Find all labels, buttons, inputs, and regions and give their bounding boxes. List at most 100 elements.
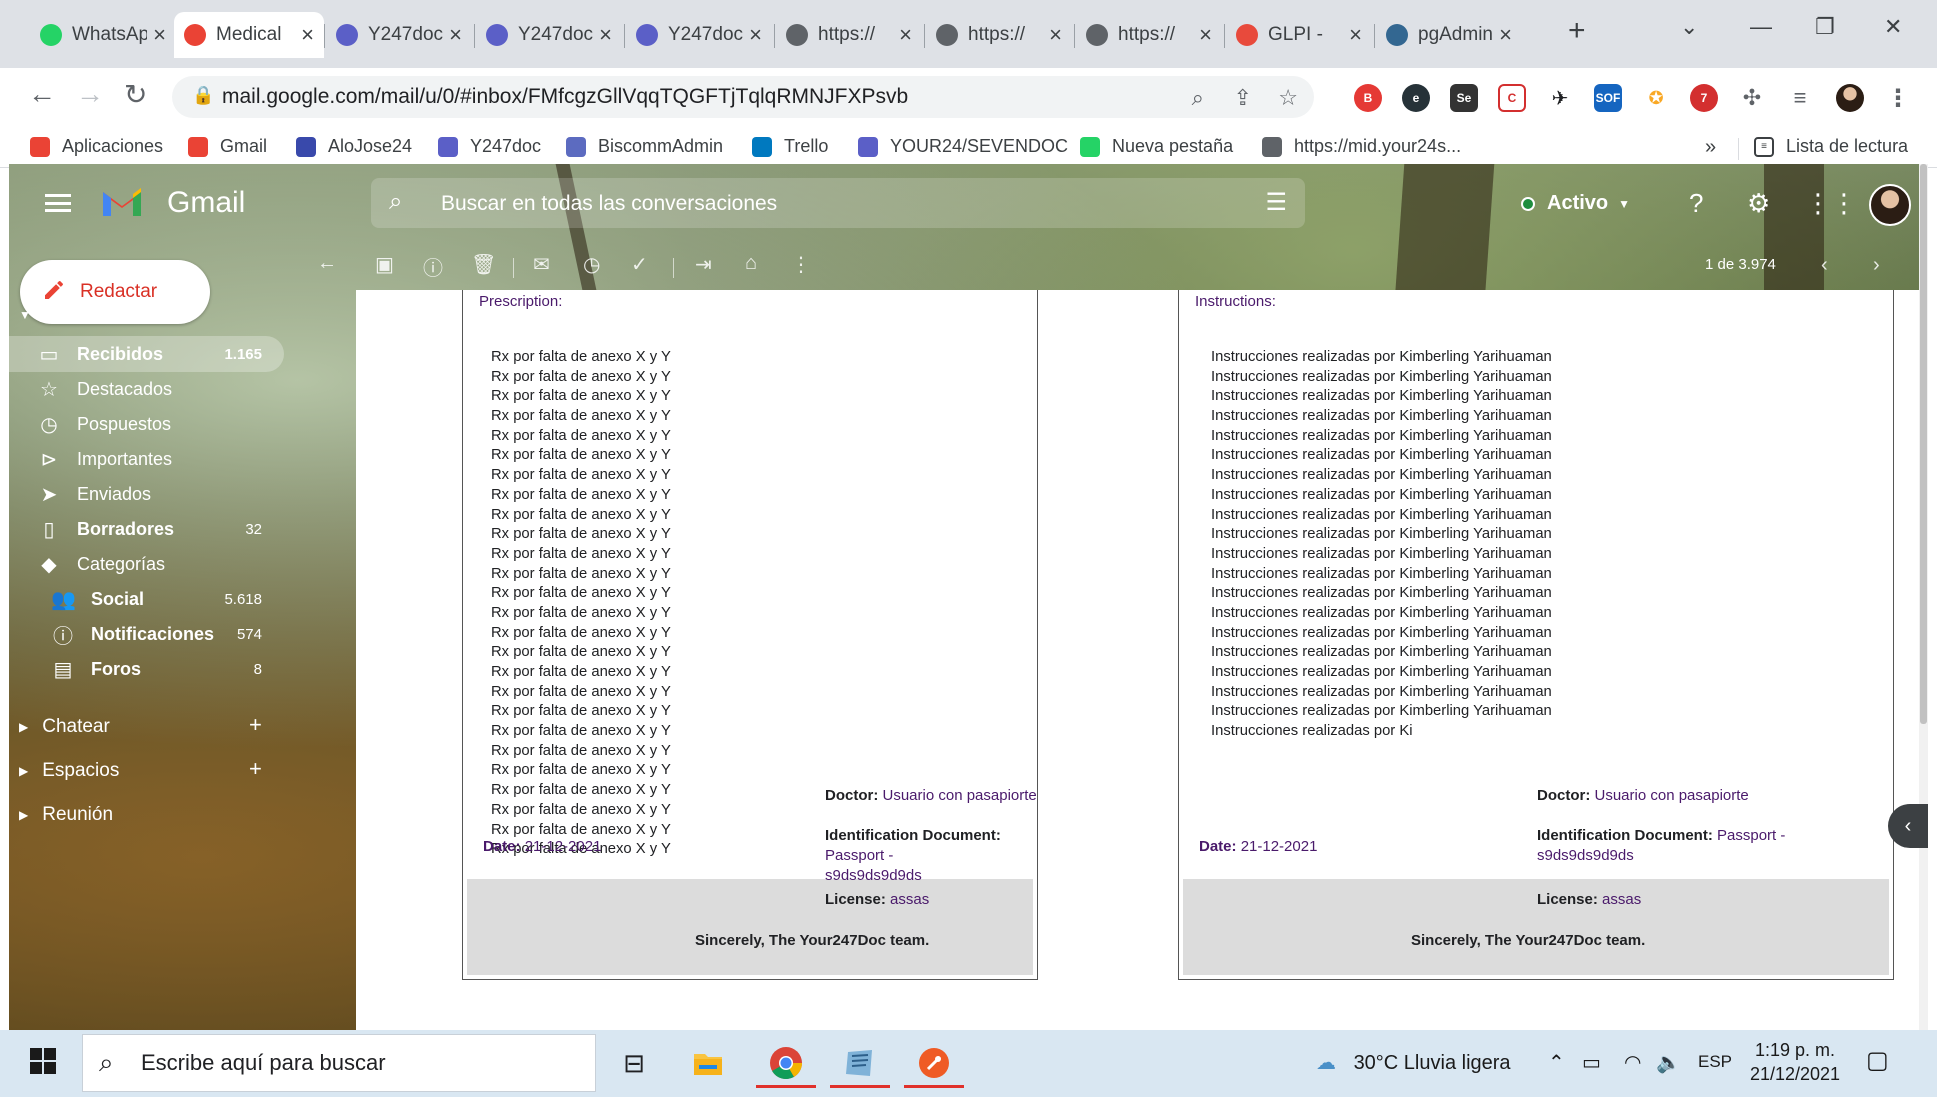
close-tab-icon[interactable]: ×	[749, 22, 762, 48]
reload-button[interactable]: ↻	[124, 78, 147, 111]
extension-c-icon[interactable]: C	[1498, 84, 1526, 112]
nav-item[interactable]: ➤ Enviados	[9, 476, 284, 512]
nav-item[interactable]: ▭ Recibidos 1.165	[9, 336, 284, 372]
close-tab-icon[interactable]: ×	[153, 22, 166, 48]
tab-4[interactable]: Y247doc ×	[626, 12, 772, 58]
back-to-inbox-icon[interactable]: ←	[317, 252, 337, 275]
new-tab-button[interactable]: +	[1568, 14, 1586, 48]
media-control-icon[interactable]: ≡	[1786, 84, 1814, 112]
mail-search-bar[interactable]: ⌕ Buscar en todas las conversaciones ☰	[371, 178, 1305, 228]
account-avatar[interactable]	[1869, 184, 1911, 226]
close-tab-icon[interactable]: ×	[1199, 22, 1212, 48]
nav-item[interactable]: ☆ Destacados	[9, 371, 284, 407]
profile-avatar[interactable]	[1836, 84, 1864, 112]
chrome-taskbar-icon[interactable]	[756, 1038, 816, 1088]
snooze-icon[interactable]: ◷	[583, 252, 600, 277]
tab-1[interactable]: Medical ×	[174, 12, 324, 58]
extension-pointer-icon[interactable]: ✈	[1546, 84, 1574, 112]
tab-5[interactable]: https:// ×	[776, 12, 922, 58]
spaces-section-header[interactable]: ▶ Espacios	[19, 760, 119, 782]
extension-e-icon[interactable]: e	[1402, 84, 1430, 112]
mark-unread-icon[interactable]: ✉	[533, 252, 550, 277]
nav-item[interactable]: ◆ Categorías	[9, 546, 284, 582]
close-tab-icon[interactable]: ×	[449, 22, 462, 48]
main-menu-icon[interactable]	[45, 194, 71, 212]
nav-item[interactable]: ▤ Foros 8	[9, 651, 284, 687]
bookmark-star-icon[interactable]: ☆	[1278, 85, 1298, 111]
volume-icon[interactable]: 🔈	[1656, 1050, 1681, 1075]
postman-taskbar-icon[interactable]	[904, 1038, 964, 1088]
file-explorer-icon[interactable]	[678, 1038, 738, 1088]
bookmark-item[interactable]: Y247doc	[438, 136, 541, 157]
reading-list-button[interactable]: ≡ Lista de lectura	[1754, 136, 1908, 157]
share-icon[interactable]: ⇪	[1234, 85, 1252, 111]
more-options-icon[interactable]: ⋮	[791, 252, 811, 277]
tab-2[interactable]: Y247doc ×	[326, 12, 472, 58]
extension-compass-icon[interactable]: ✪	[1642, 84, 1670, 112]
nav-item[interactable]: ◷ Pospuestos	[9, 406, 284, 442]
windows-start-button[interactable]	[30, 1048, 56, 1074]
close-window-button[interactable]: ✕	[1884, 14, 1902, 40]
search-options-icon[interactable]: ☰	[1265, 188, 1287, 217]
wifi-icon[interactable]: ◠	[1624, 1050, 1641, 1075]
nav-item[interactable]: 👥 Social 5.618	[9, 581, 284, 617]
bookmark-item[interactable]: YOUR24/SEVENDOC	[858, 136, 1068, 157]
address-bar[interactable]: 🔒 mail.google.com/mail/u/0/#inbox/FMfcgz…	[172, 76, 1314, 118]
more-bookmarks-button[interactable]: »	[1705, 136, 1716, 159]
close-tab-icon[interactable]: ×	[1049, 22, 1062, 48]
chrome-menu-icon[interactable]: ⋮	[1884, 84, 1912, 112]
chat-section-header[interactable]: ▶ Chatear	[19, 716, 110, 738]
back-button[interactable]: ←	[28, 78, 56, 110]
older-message-icon[interactable]: ›	[1873, 254, 1880, 277]
minimize-button[interactable]: —	[1750, 14, 1772, 40]
close-tab-icon[interactable]: ×	[301, 22, 314, 48]
mail-section-header[interactable]: ▼ Correo	[19, 304, 103, 326]
settings-gear-icon[interactable]: ⚙	[1747, 188, 1770, 219]
bookmark-item[interactable]: Gmail	[188, 136, 267, 157]
forward-button[interactable]: →	[76, 78, 104, 110]
nav-item[interactable]: ⓘ Notificaciones 574	[9, 616, 284, 652]
tab-7[interactable]: https:// ×	[1076, 12, 1222, 58]
newer-message-icon[interactable]: ‹	[1821, 254, 1828, 277]
close-tab-icon[interactable]: ×	[1349, 22, 1362, 48]
system-clock[interactable]: 1:19 p. m. 21/12/2021	[1740, 1038, 1850, 1086]
notifications-icon[interactable]: ▢	[1866, 1046, 1889, 1075]
scrollbar-thumb[interactable]	[1920, 164, 1927, 724]
extension-badge-icon[interactable]: 7	[1690, 84, 1718, 112]
nav-item[interactable]: ▯ Borradores 32	[9, 511, 284, 547]
close-tab-icon[interactable]: ×	[1499, 22, 1512, 48]
extension-adblock-icon[interactable]: B	[1354, 84, 1382, 112]
maximize-button[interactable]: ❐	[1815, 14, 1835, 40]
language-indicator[interactable]: ESP	[1698, 1052, 1732, 1072]
tab-0[interactable]: WhatsApp×	[30, 12, 176, 58]
help-icon[interactable]: ?	[1689, 188, 1703, 219]
bookmark-item[interactable]: https://mid.your24s...	[1262, 136, 1461, 157]
nav-item[interactable]: ⊳ Importantes	[9, 441, 284, 477]
tab-search-icon[interactable]: ⌄	[1680, 14, 1698, 40]
tab-9[interactable]: pgAdmin ×	[1376, 12, 1522, 58]
close-tab-icon[interactable]: ×	[899, 22, 912, 48]
tab-6[interactable]: https:// ×	[926, 12, 1072, 58]
bookmark-item[interactable]: AloJose24	[296, 136, 412, 157]
close-tab-icon[interactable]: ×	[599, 22, 612, 48]
task-view-icon[interactable]: ⊟	[604, 1038, 664, 1088]
label-icon[interactable]: ⌂	[745, 252, 757, 275]
meet-section-header[interactable]: ▶ Reunión	[19, 804, 113, 826]
bookmark-item[interactable]: Trello	[752, 136, 828, 157]
battery-icon[interactable]: ▭	[1582, 1050, 1601, 1075]
extension-sof-icon[interactable]: SOF	[1594, 84, 1622, 112]
page-scrollbar[interactable]	[1919, 164, 1928, 1030]
move-to-icon[interactable]: ⇥	[695, 252, 712, 277]
status-selector[interactable]: Activo ▼	[1521, 192, 1630, 215]
taskbar-search-box[interactable]: ⌕ Escribe aquí para buscar	[82, 1034, 596, 1092]
side-panel-toggle[interactable]: ‹	[1888, 804, 1928, 848]
delete-icon[interactable]: 🗑	[471, 252, 496, 277]
tab-3[interactable]: Y247doc ×	[476, 12, 622, 58]
bookmark-item[interactable]: Nueva pestaña	[1080, 136, 1233, 157]
search-icon[interactable]: ⌕	[389, 188, 402, 216]
tray-overflow-icon[interactable]: ⌃	[1548, 1050, 1565, 1075]
bookmark-item[interactable]: BiscommAdmin	[566, 136, 723, 157]
weather-widget[interactable]: ☁ 30°C Lluvia ligera	[1316, 1050, 1511, 1075]
report-spam-icon[interactable]: ⓘ	[423, 252, 443, 281]
extensions-puzzle-icon[interactable]: ✣	[1738, 84, 1766, 112]
